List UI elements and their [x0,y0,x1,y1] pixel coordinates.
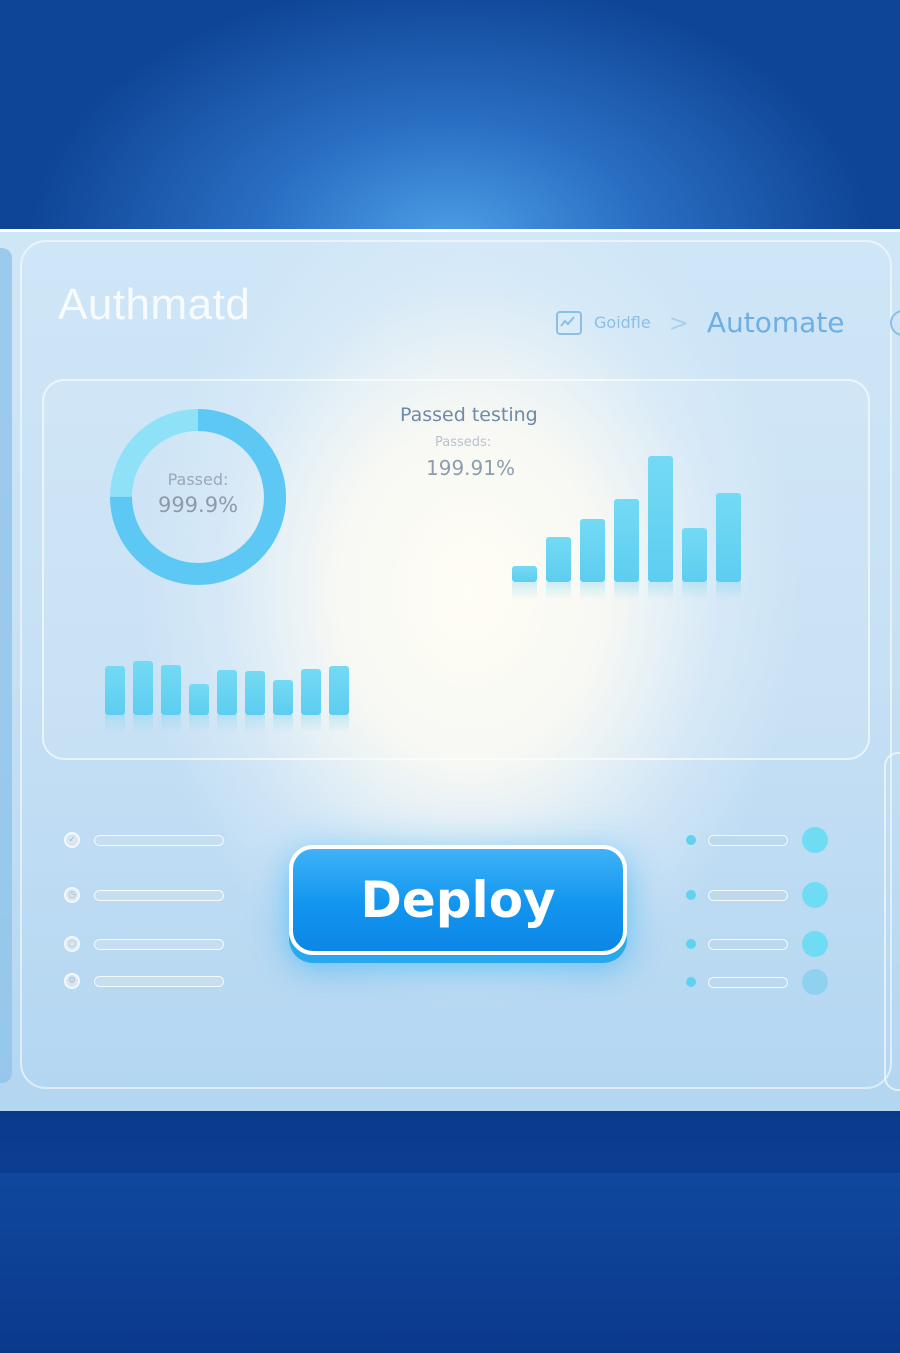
app-window: Authmatd Goidfle > Automate Passed: 999.… [0,229,900,1111]
gear-icon: ⚙ [64,973,80,989]
status-bar [708,889,788,901]
bar [161,665,181,733]
check-icon: ✓ [64,832,80,848]
toggle-circle-icon[interactable] [802,969,828,995]
deploy-button[interactable]: Deploy [289,845,627,955]
status-item[interactable] [686,969,828,995]
chevron-right-icon: > [668,308,689,337]
toggle-circle-icon[interactable] [802,827,828,853]
breadcrumb: Goidfle > Automate [556,306,900,339]
bar [273,680,293,733]
circle-icon: ○ [64,936,80,952]
top-backdrop [0,0,900,229]
passed-testing-value: 199.91% [426,456,515,480]
settings-icon[interactable] [890,309,900,336]
status-bar [708,834,788,846]
checklist-item[interactable]: ◷ [64,887,224,903]
status-dot-icon [686,835,696,845]
bar [301,669,321,733]
breadcrumb-item-current[interactable]: Automate [707,306,845,339]
passed-testing-title: Passed testing [400,404,538,426]
status-item[interactable] [686,827,828,853]
bar [716,493,741,600]
bar [682,528,707,600]
status-dot-icon [686,939,696,949]
checklist-bar [94,889,224,901]
bottom-backdrop [0,1108,900,1353]
donut-value: 999.9% [157,493,239,517]
checklist-bar [94,975,224,987]
breadcrumb-item-first[interactable]: Goidfle [594,313,651,332]
bar [546,537,571,600]
bar [217,670,237,733]
checklist-bar [94,938,224,950]
checklist-item[interactable]: ⚙ [64,973,224,989]
bar [133,661,153,733]
status-dot-icon [686,890,696,900]
bar [512,566,537,600]
bar-chart-left [105,655,355,733]
chart-icon[interactable] [556,310,582,335]
passed-testing-caption: Passeds: [435,435,492,450]
status-item[interactable] [686,931,828,957]
bar [648,456,673,600]
checklist-item[interactable]: ○ [64,936,224,952]
bar [580,519,605,600]
bar [329,666,349,733]
bar [614,499,639,600]
bar [245,671,265,733]
toggle-circle-icon[interactable] [802,931,828,957]
status-item[interactable] [686,882,828,908]
checklist-item[interactable]: ✓ [64,832,224,848]
status-bar [708,938,788,950]
bar [189,684,209,733]
app-title: Authmatd [58,280,251,329]
bar-chart-right [512,452,752,600]
clock-icon: ◷ [64,887,80,903]
checklist-bar [94,834,224,846]
left-sidebar-edge [0,248,12,1083]
toggle-circle-icon[interactable] [802,882,828,908]
donut-label: Passed: 999.9% [108,470,288,517]
status-bar [708,976,788,988]
donut-caption: Passed: [167,470,229,489]
status-dot-icon [686,977,696,987]
bar [105,666,125,733]
